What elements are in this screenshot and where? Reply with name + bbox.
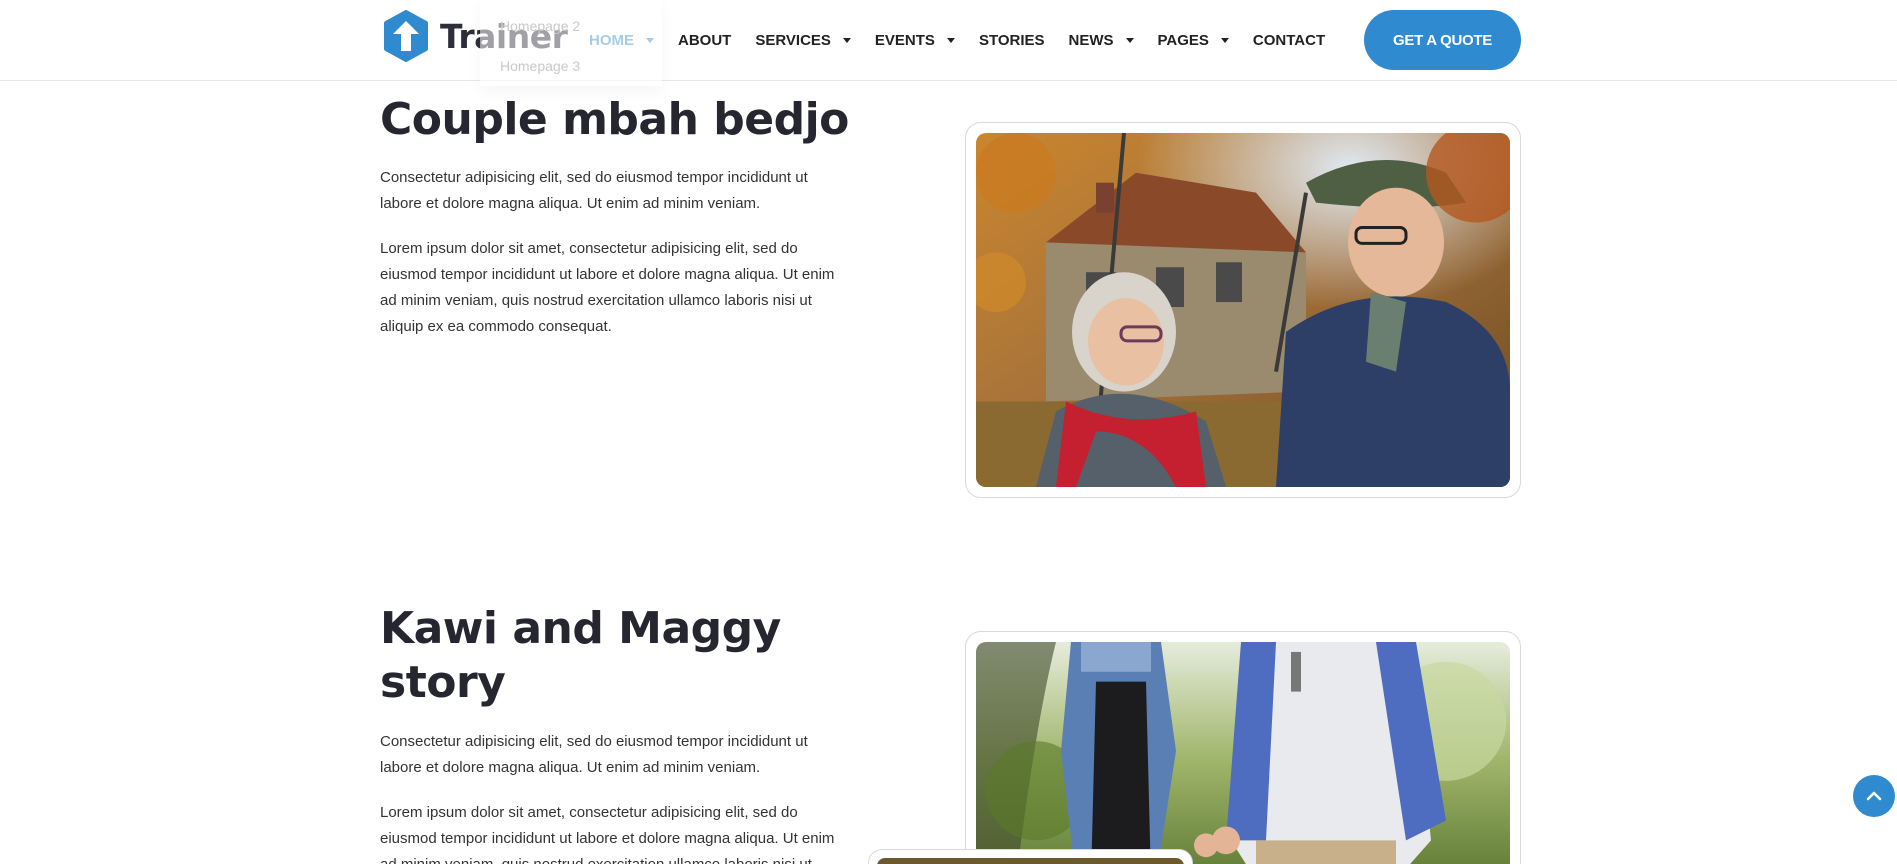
nav-label: NEWS	[1068, 31, 1114, 49]
nav-label: PAGES	[1157, 31, 1209, 49]
nav-item-stories[interactable]: STORIES	[979, 32, 1045, 49]
main-nav: HOME ABOUT SERVICES EVENTS STORIES NEWS …	[589, 0, 1349, 80]
partial-photo-frame	[868, 849, 1193, 864]
caret-down-icon	[842, 38, 851, 43]
story-paragraph: Lorem ipsum dolor sit amet, consectetur …	[380, 804, 835, 864]
story-photo-frame	[965, 122, 1521, 498]
nav-item-home[interactable]: HOME	[589, 32, 654, 49]
nav-item-about[interactable]: ABOUT	[678, 32, 731, 49]
elderly-couple-photo	[976, 133, 1510, 487]
nav-label: STORIES	[978, 31, 1045, 49]
caret-down-icon	[646, 38, 654, 43]
story-title: Kawi and Maggy story	[380, 603, 781, 708]
nav-item-services[interactable]: SERVICES	[755, 32, 851, 49]
story-title: Couple mbah bedjo	[380, 94, 849, 145]
nav-item-pages[interactable]: PAGES	[1158, 32, 1229, 49]
story-paragraph: Lorem ipsum dolor sit amet, consectetur …	[380, 240, 835, 335]
chevron-up-icon	[1866, 791, 1882, 801]
story-photo-frame	[965, 631, 1521, 864]
caret-down-icon	[1125, 38, 1134, 43]
story-paragraph: Consectetur adipisicing elit, sed do eiu…	[380, 733, 808, 776]
story-paragraph: Consectetur adipisicing elit, sed do eiu…	[380, 169, 808, 212]
caret-down-icon	[1220, 38, 1229, 43]
partial-photo	[877, 858, 1184, 864]
caret-down-icon	[946, 38, 955, 43]
logo-icon	[384, 10, 428, 62]
nav-label: ABOUT	[678, 31, 732, 49]
nav-item-events[interactable]: EVENTS	[875, 32, 955, 49]
logo-text: Trainer	[440, 16, 568, 56]
nav-label: HOME	[589, 31, 634, 49]
nav-item-contact[interactable]: CONTACT	[1253, 32, 1325, 49]
nav-item-news[interactable]: NEWS	[1069, 32, 1134, 49]
nav-label: SERVICES	[755, 31, 831, 49]
scroll-to-top-button[interactable]	[1853, 775, 1895, 817]
young-couple-photo	[976, 642, 1510, 864]
logo[interactable]: Trainer	[380, 10, 568, 62]
nav-label: EVENTS	[874, 31, 935, 49]
get-a-quote-button[interactable]: GET A QUOTE	[1364, 10, 1521, 70]
nav-label: CONTACT	[1252, 31, 1326, 49]
site-header: Trainer HOME ABOUT SERVICES EVENTS STORI…	[0, 0, 1897, 81]
